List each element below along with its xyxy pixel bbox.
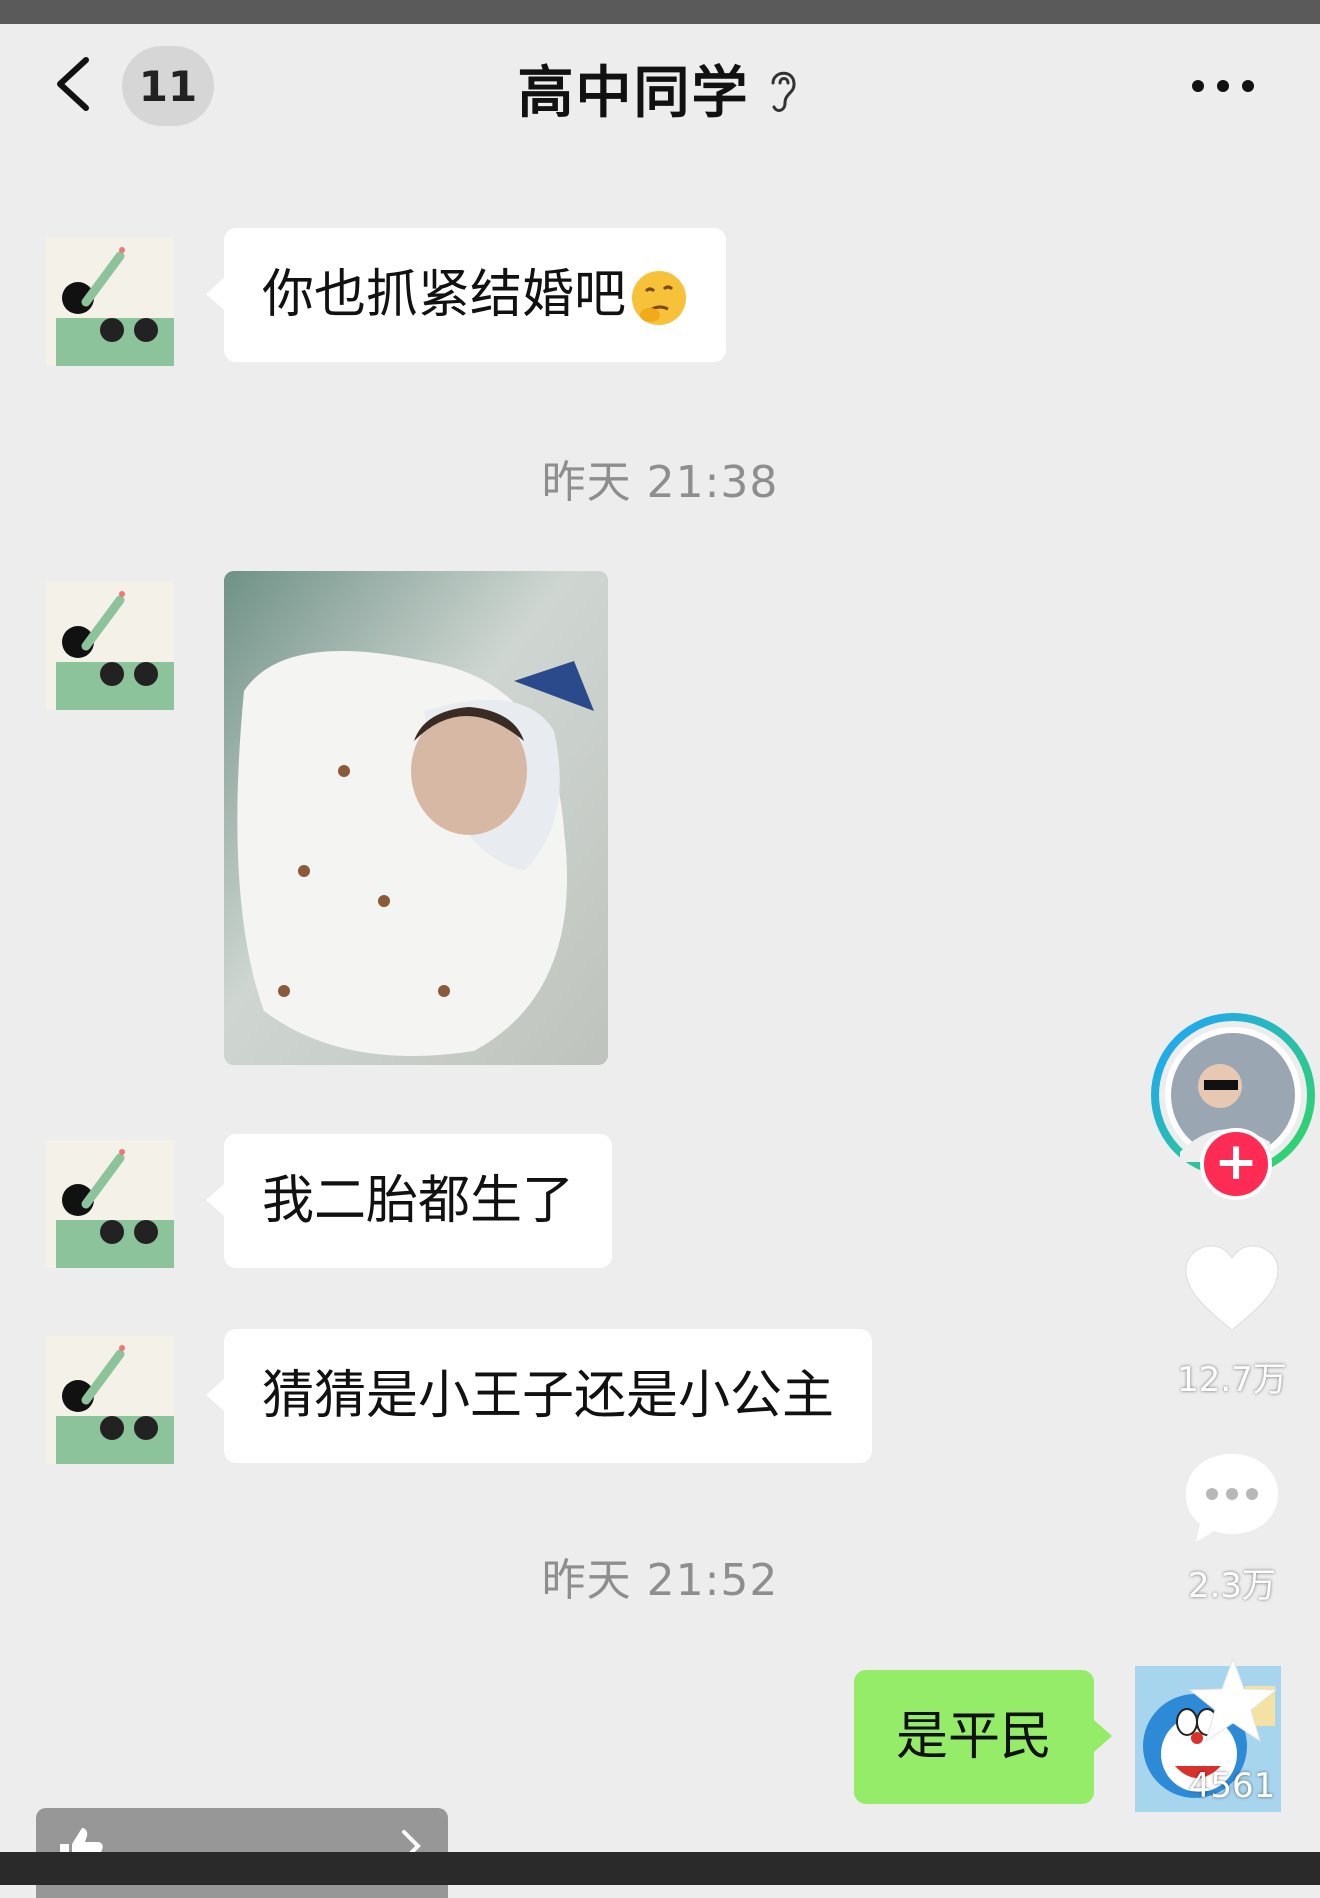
- baby-photo-icon: [224, 571, 608, 1065]
- avatar-illustration-icon: [46, 1140, 174, 1268]
- message-timestamp: 昨天 21:38: [541, 457, 779, 508]
- like-count: 12.7万: [1177, 1360, 1287, 1400]
- contact-avatar[interactable]: [46, 1336, 174, 1464]
- chat-title: 高中同学: [517, 61, 750, 126]
- message-bubble[interactable]: 你也抓紧结婚吧: [205, 228, 727, 362]
- chat-title-area: 高中同学: [0, 48, 1320, 129]
- message-bubble[interactable]: 猜猜是小王子还是小公主: [205, 1329, 873, 1463]
- message-text: 猜猜是小王子还是小公主: [262, 1366, 835, 1426]
- outgoing-message-bubble[interactable]: 是平民: [854, 1670, 1112, 1804]
- earpiece-mode-icon: [771, 71, 796, 112]
- contact-avatar[interactable]: [46, 582, 174, 710]
- message-text: 是平民: [895, 1707, 1052, 1767]
- avatar-illustration-icon: [46, 238, 174, 366]
- more-options-icon[interactable]: [1190, 74, 1256, 98]
- avatar-illustration-icon: [46, 582, 174, 710]
- message-bubble[interactable]: 我二胎都生了: [205, 1134, 613, 1268]
- image-message[interactable]: [224, 571, 608, 1065]
- favorite-star-icon[interactable]: [1186, 1655, 1280, 1745]
- favorite-count: 4561: [1188, 1766, 1276, 1806]
- comment-count: 2.3万: [1187, 1566, 1277, 1606]
- status-strip: [0, 0, 1320, 24]
- chat-header: 11 高中同学: [0, 24, 1320, 144]
- message-text: 你也抓紧结婚吧: [262, 265, 627, 325]
- contact-avatar[interactable]: [46, 238, 174, 366]
- message-timestamp: 昨天 21:52: [541, 1555, 779, 1606]
- message-text: 我二胎都生了: [262, 1171, 575, 1231]
- avatar-illustration-icon: [46, 1336, 174, 1464]
- bottom-bar: [0, 1852, 1320, 1885]
- like-heart-icon[interactable]: [1182, 1244, 1282, 1334]
- follow-button[interactable]: +: [1200, 1128, 1272, 1200]
- comment-bubble-icon[interactable]: [1182, 1450, 1282, 1546]
- thinking-emoji-icon: [632, 271, 687, 325]
- contact-avatar[interactable]: [46, 1140, 174, 1268]
